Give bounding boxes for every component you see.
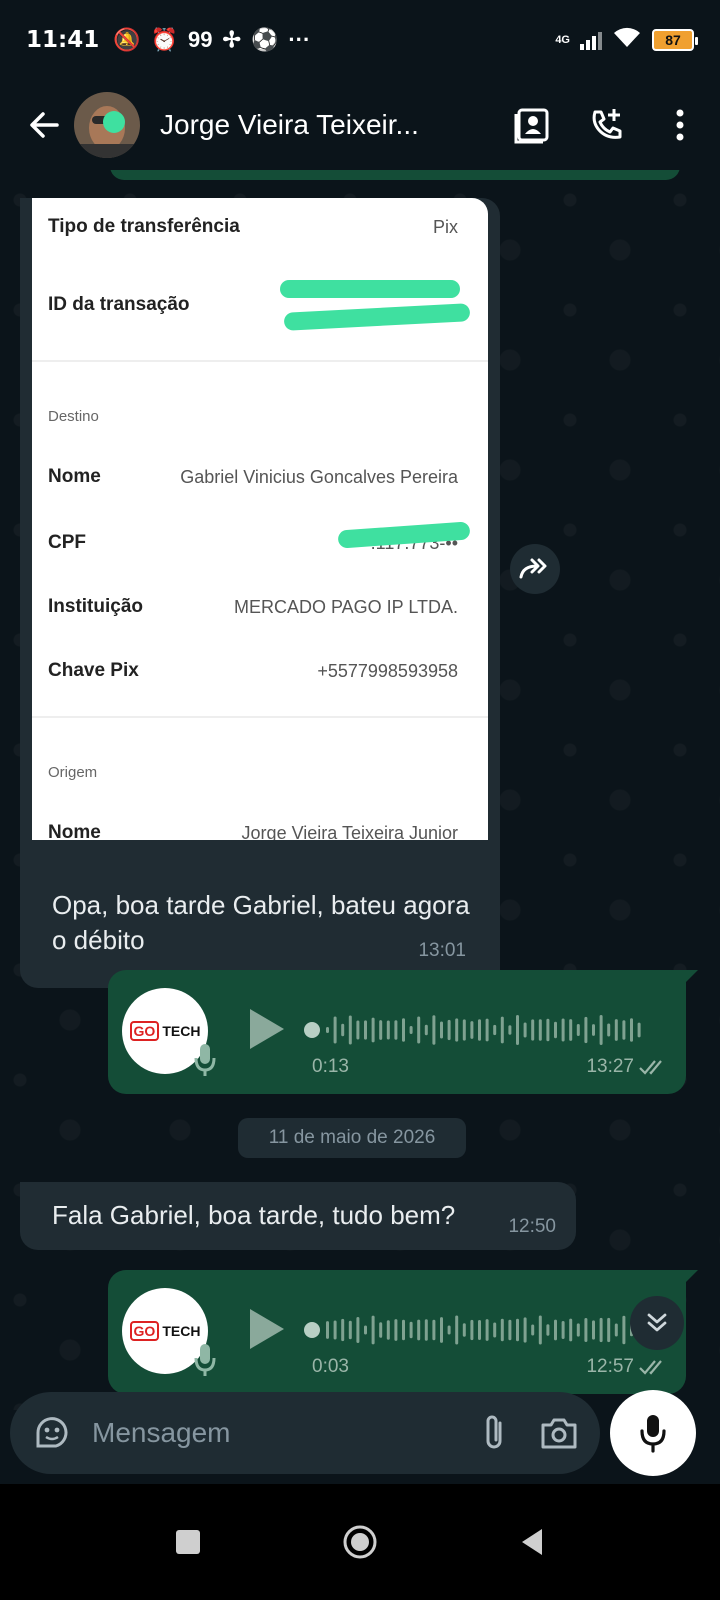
contact-avatar[interactable] xyxy=(74,92,140,158)
image-message[interactable]: Tipo de transferência Pix ID da transaçã… xyxy=(20,198,500,988)
muted-bell-icon: 🔕 xyxy=(113,27,141,52)
receipt-row: Instituição MERCADO PAGO IP LTDA. xyxy=(48,596,458,617)
receipt-row: Tipo de transferência Pix xyxy=(48,216,458,237)
destino-heading: Destino xyxy=(48,408,99,425)
voice-duration: 0:03 xyxy=(312,1356,349,1377)
battery-level: 87 xyxy=(665,32,681,48)
receipt-row: Chave Pix +5577998593958 xyxy=(48,660,458,681)
receipt-image[interactable]: Tipo de transferência Pix ID da transaçã… xyxy=(32,198,488,840)
back-nav-button[interactable] xyxy=(518,1527,546,1557)
more-options-button[interactable] xyxy=(660,105,700,145)
battery-icon: 87 xyxy=(652,29,698,51)
waveform[interactable] xyxy=(304,1310,644,1350)
home-button[interactable] xyxy=(342,1524,378,1560)
status-time: 11:41 xyxy=(26,27,100,53)
contact-name[interactable]: Jorge Vieira Teixeir... xyxy=(160,109,450,141)
contact-card-button[interactable] xyxy=(512,105,552,145)
forward-icon xyxy=(519,558,547,579)
message-time: 13:27 xyxy=(586,1056,634,1077)
voice-duration: 0:13 xyxy=(312,1056,349,1077)
message-input[interactable]: Mensagem xyxy=(92,1417,480,1449)
redaction-mark xyxy=(280,280,460,298)
voice-message[interactable]: GO TECH 0:03 12:57 xyxy=(108,1270,698,1394)
status-bar: 11:41 🔕 ⏰ 99 ✢ ⚽ ··· 4G 87 xyxy=(0,0,720,80)
read-ticks-icon xyxy=(639,1360,662,1375)
receipt-row: Nome Jorge Vieira Teixeira Junior xyxy=(48,822,458,840)
camera-icon[interactable] xyxy=(540,1416,578,1450)
read-ticks-icon xyxy=(639,1060,662,1075)
phone-add-icon xyxy=(592,109,622,139)
text-message[interactable]: Fala Gabriel, boa tarde, tudo bem? 12:50 xyxy=(20,1182,576,1250)
waveform[interactable] xyxy=(304,1010,644,1050)
previous-outgoing-bubble xyxy=(110,170,680,180)
voice-record-button[interactable] xyxy=(610,1390,696,1476)
date-chip: 11 de maio de 2026 xyxy=(238,1118,466,1158)
pinwheel-icon: ✢ xyxy=(222,27,241,52)
mic-icon xyxy=(640,1415,666,1453)
signal-icon xyxy=(580,30,602,50)
recents-button[interactable] xyxy=(174,1528,202,1556)
mic-icon xyxy=(194,1344,216,1376)
chat-header: Jorge Vieira Teixeir... xyxy=(0,80,720,170)
add-call-button[interactable] xyxy=(586,105,626,145)
receipt-row: Nome Gabriel Vinicius Goncalves Pereira xyxy=(48,466,458,487)
kebab-menu-icon xyxy=(676,109,684,141)
play-icon[interactable] xyxy=(246,1006,286,1052)
contact-card-icon xyxy=(514,108,549,144)
voice-message[interactable]: GO TECH 0:13 13:27 xyxy=(108,970,698,1094)
back-button[interactable] xyxy=(20,101,68,149)
message-time: 13:01 xyxy=(418,940,466,961)
attach-icon[interactable] xyxy=(480,1413,508,1453)
forward-button[interactable] xyxy=(510,544,560,594)
network-type: 4G xyxy=(555,34,570,46)
chat-area[interactable]: Tipo de transferência Pix ID da transaçã… xyxy=(0,170,720,1410)
mic-icon xyxy=(194,1044,216,1076)
message-text: Fala Gabriel, boa tarde, tudo bem? xyxy=(52,1200,456,1230)
divider xyxy=(32,360,488,362)
image-caption: Opa, boa tarde Gabriel, bateu agora o dé… xyxy=(52,890,470,955)
gotech-logo: GO TECH xyxy=(129,1021,200,1041)
gotech-logo: GO TECH xyxy=(129,1321,200,1341)
system-nav-bar xyxy=(0,1484,720,1600)
alarm-icon: ⏰ xyxy=(150,27,179,52)
message-time: 12:57 xyxy=(586,1356,634,1377)
more-notifications-icon: ··· xyxy=(288,27,311,52)
message-composer[interactable]: Mensagem xyxy=(10,1392,600,1474)
divider xyxy=(32,716,488,718)
chevrons-down-icon xyxy=(647,1313,667,1332)
message-time: 12:50 xyxy=(508,1216,556,1237)
sticker-icon[interactable] xyxy=(32,1413,72,1453)
wifi-icon xyxy=(612,25,642,56)
notification-count: 99 xyxy=(188,27,213,52)
scroll-down-button[interactable] xyxy=(630,1296,684,1350)
play-icon[interactable] xyxy=(246,1306,286,1352)
back-arrow-icon xyxy=(30,112,59,138)
ball-icon: ⚽ xyxy=(250,27,279,52)
origem-heading: Origem xyxy=(48,764,98,781)
